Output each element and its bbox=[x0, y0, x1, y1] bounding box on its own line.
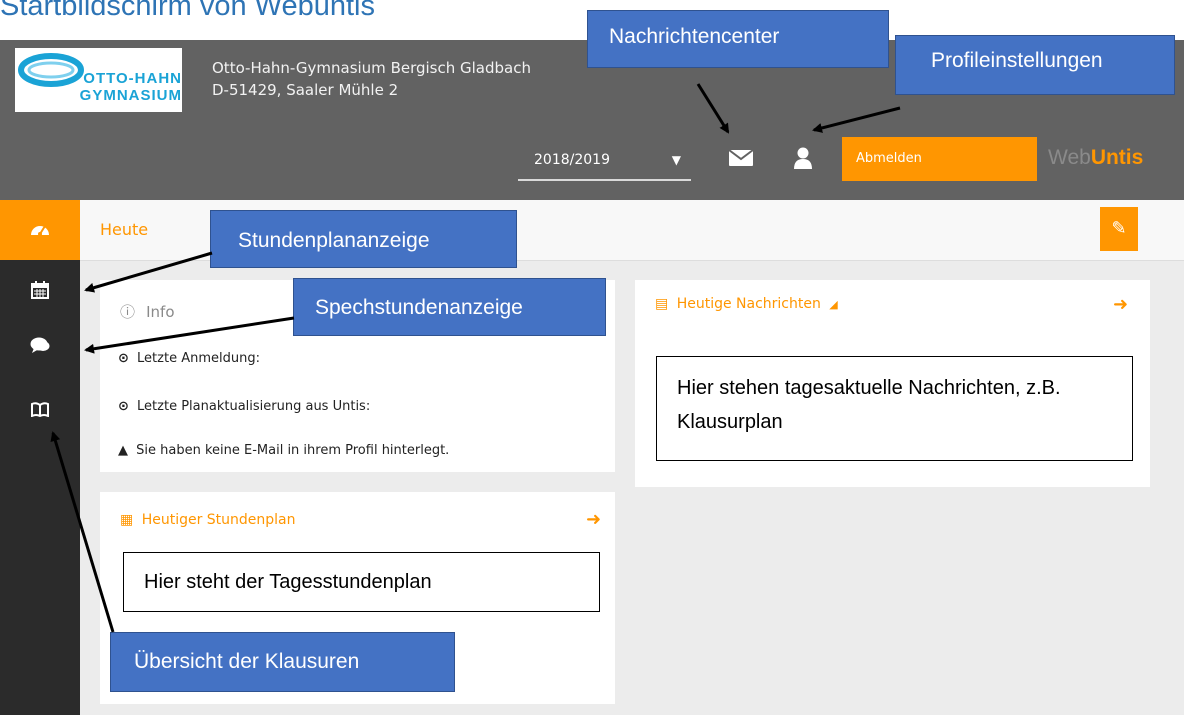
caret-down-icon: ▼ bbox=[671, 153, 681, 167]
logo-text: OTTO-HAHN GYMNASIUM bbox=[79, 70, 182, 104]
no-email-warning: Sie haben keine E-Mail in ihrem Profil h… bbox=[136, 443, 450, 458]
rss-icon: ◢ bbox=[829, 298, 838, 311]
messages-envelope-icon[interactable] bbox=[728, 149, 754, 167]
edit-pencil-button[interactable]: ✎ bbox=[1100, 207, 1138, 251]
sidebar-item-timetable[interactable] bbox=[0, 270, 80, 310]
callout-profileinstellungen: Profileinstellungen bbox=[895, 35, 1175, 95]
callout-stundenplananzeige: Stundenplananzeige bbox=[210, 210, 517, 268]
clock-icon: ⊙ bbox=[118, 399, 129, 414]
calendar-icon bbox=[31, 281, 49, 299]
profile-user-icon[interactable] bbox=[793, 146, 813, 170]
sidebar-item-dashboard[interactable] bbox=[0, 200, 80, 260]
news-heading[interactable]: ▤ Heutige Nachrichten ◢ bbox=[655, 296, 838, 312]
brand-web: Web bbox=[1048, 146, 1091, 169]
pencil-icon: ✎ bbox=[1111, 218, 1127, 239]
sidebar-item-exams[interactable] bbox=[0, 390, 80, 430]
callout-klausuren: Übersicht der Klausuren bbox=[110, 632, 455, 692]
timetable-heading[interactable]: ▦ Heutiger Stundenplan bbox=[120, 512, 296, 528]
warning-triangle-icon: ▲ bbox=[118, 443, 128, 458]
timetable-arrow-right-icon[interactable]: ➜ bbox=[586, 509, 601, 530]
envelope-icon bbox=[728, 149, 754, 166]
clock-icon: ⊙ bbox=[118, 351, 129, 366]
sidebar-item-office-hours[interactable] bbox=[0, 326, 80, 366]
callout-sprechstunden: Spechstundenanzeige bbox=[293, 278, 606, 336]
last-login-row: ⊙ Letzte Anmeldung: bbox=[118, 351, 260, 366]
school-year-select[interactable]: 2018/2019 ▼ bbox=[518, 145, 691, 181]
user-icon bbox=[794, 147, 812, 169]
no-email-warning-row: ▲ Sie haben keine E-Mail in ihrem Profil… bbox=[118, 443, 449, 458]
news-title: Heutige Nachrichten bbox=[676, 296, 821, 312]
last-update-row: ⊙ Letzte Planaktualisierung aus Untis: bbox=[118, 399, 370, 414]
school-address: D-51429, Saaler Mühle 2 bbox=[212, 81, 399, 99]
page-title: Heute bbox=[100, 220, 149, 239]
news-note: Hier stehen tagesaktuelle Nachrichten, z… bbox=[656, 356, 1133, 461]
school-year-value: 2018/2019 bbox=[534, 152, 610, 168]
webuntis-brand: WebUntis bbox=[1048, 146, 1143, 170]
document-title: Startbildschirm von Webuntis bbox=[0, 0, 376, 22]
timetable-note: Hier steht der Tagesstundenplan bbox=[123, 552, 600, 612]
dashboard-icon bbox=[31, 225, 49, 236]
callout-nachrichtencenter: Nachrichtencenter bbox=[587, 10, 889, 68]
chat-icon bbox=[30, 337, 50, 353]
news-arrow-right-icon[interactable]: ➜ bbox=[1113, 294, 1128, 315]
logout-label: Abmelden bbox=[856, 151, 922, 166]
school-info: Otto-Hahn-Gymnasium Bergisch Gladbach D-… bbox=[212, 57, 531, 101]
timetable-title: Heutiger Stundenplan bbox=[141, 512, 296, 528]
school-name: Otto-Hahn-Gymnasium Bergisch Gladbach bbox=[212, 59, 531, 77]
info-heading: ⓘ Info bbox=[120, 301, 175, 322]
calendar-icon: ▦ bbox=[120, 512, 134, 528]
last-login-label: Letzte Anmeldung: bbox=[137, 351, 260, 366]
newspaper-icon: ▤ bbox=[655, 296, 669, 312]
last-update-label: Letzte Planaktualisierung aus Untis: bbox=[137, 399, 371, 414]
brand-untis: Untis bbox=[1090, 146, 1144, 169]
info-circle-icon: ⓘ bbox=[120, 303, 136, 321]
info-title: Info bbox=[146, 303, 175, 321]
book-icon bbox=[31, 402, 49, 417]
logout-button[interactable]: Abmelden bbox=[842, 137, 1037, 181]
